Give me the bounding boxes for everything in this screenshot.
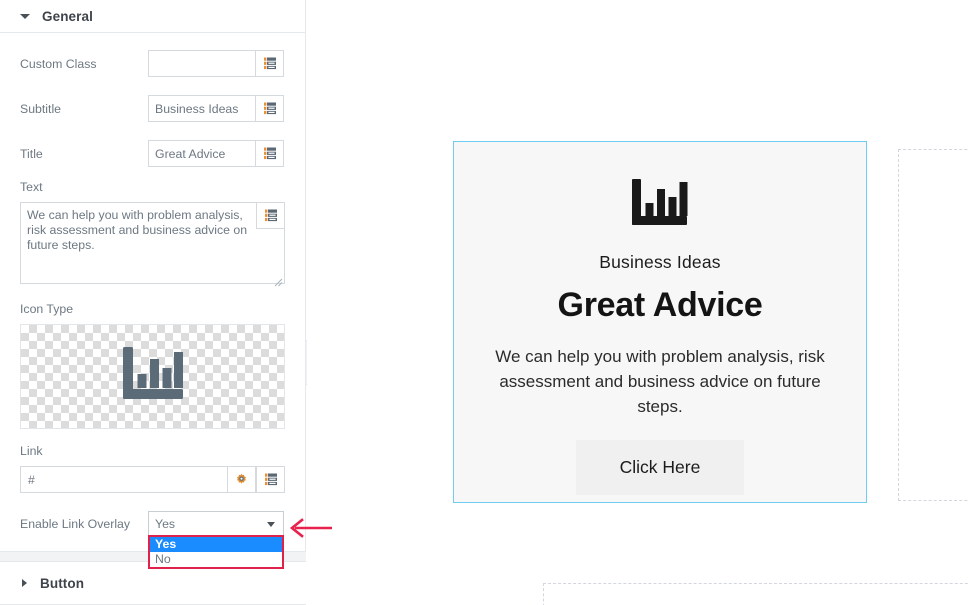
card-subtitle: Business Ideas [599,252,721,272]
widget-preview-card[interactable]: Business Ideas Great Advice We can help … [453,141,867,503]
left-arrow-annotation [289,518,332,538]
dynamic-tags-icon[interactable] [255,140,284,167]
field-row-enable-link-overlay: Enable Link Overlay Yes [20,511,285,536]
settings-panel-body: Custom Class Subtitle Business Ideas Tit… [0,50,305,536]
enable-link-overlay-value: Yes [155,516,176,531]
bar-chart-icon [632,179,688,225]
card-text: We can help you with problem analysis, r… [495,347,825,416]
title-input[interactable] [148,140,255,167]
chevron-down-icon [20,13,30,19]
empty-column-placeholder-right[interactable] [898,149,969,501]
card-title: Great Advice [557,286,763,324]
option-yes[interactable]: Yes [150,537,282,552]
enable-link-overlay-option-list: Yes No [148,535,284,569]
custom-class-input[interactable] [148,50,255,77]
chevron-right-icon [22,579,27,587]
preview-canvas: Business Ideas Great Advice We can help … [307,0,969,605]
field-text [20,202,285,289]
field-row-icon-type: Icon Type [20,302,285,429]
field-row-link: Link [20,444,285,493]
label-custom-class: Custom Class [20,57,97,71]
chevron-down-icon [267,522,275,527]
field-subtitle [148,95,284,122]
card-cta-button[interactable]: Click Here [576,440,744,495]
enable-link-overlay-select[interactable]: Yes [148,511,284,536]
dynamic-tags-icon[interactable] [255,95,284,122]
field-row-title: Title [20,140,285,168]
section-title-general: General [42,8,93,24]
dynamic-tags-icon[interactable] [255,50,284,77]
section-header-general[interactable]: General [0,0,305,33]
field-row-custom-class: Custom Class [20,50,285,78]
section-title-button: Button [40,575,85,591]
field-custom-class [148,50,284,77]
card-cta-label: Click Here [619,457,701,477]
text-textarea[interactable] [20,202,285,284]
bar-chart-icon [122,346,183,399]
link-input[interactable] [20,466,228,493]
dynamic-tags-icon[interactable] [256,466,285,493]
gear-icon[interactable] [227,466,257,493]
label-enable-link-overlay: Enable Link Overlay [20,516,131,531]
label-title: Title [20,147,43,161]
field-title [148,140,284,167]
empty-section-placeholder-bottom[interactable] [543,583,969,605]
label-subtitle: Subtitle [20,102,62,116]
field-row-text: Text [20,180,285,289]
label-link: Link [20,444,43,458]
subtitle-input[interactable] [148,95,255,122]
dynamic-tags-icon[interactable] [256,202,285,229]
icon-type-preview[interactable] [20,324,285,429]
option-no[interactable]: No [150,552,282,567]
label-text: Text [20,180,43,194]
field-row-subtitle: Subtitle [20,95,285,123]
settings-panel: General Custom Class Subtitle Business I… [0,0,332,605]
label-icon-type: Icon Type [20,302,74,316]
field-link [20,466,285,493]
